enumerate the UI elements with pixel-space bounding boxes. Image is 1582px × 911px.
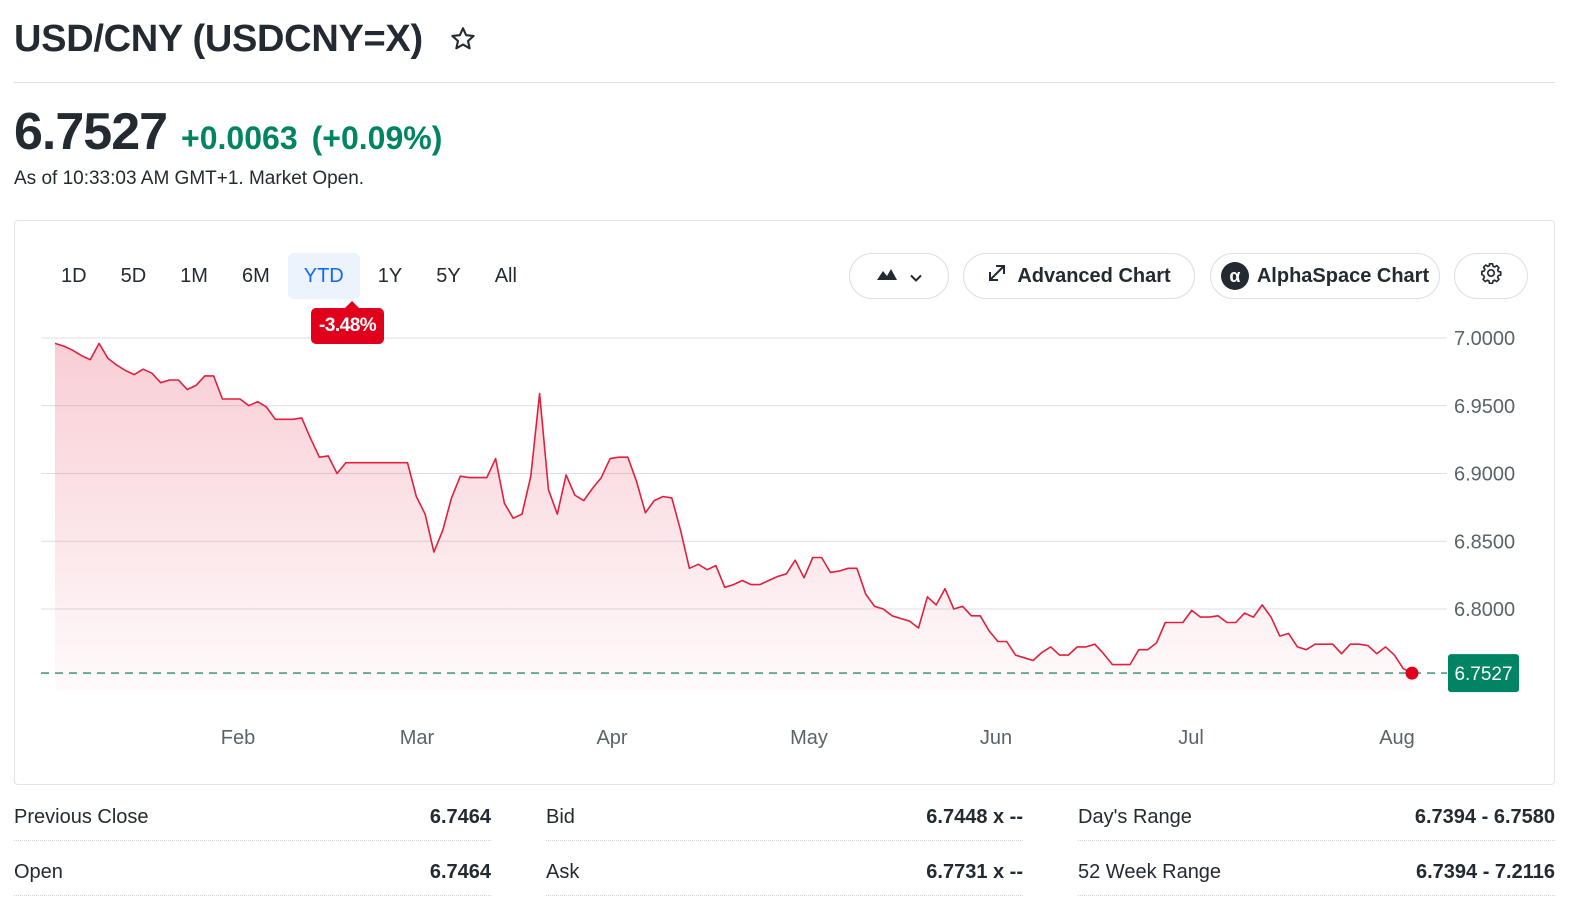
x-tick-label: Feb bbox=[221, 727, 255, 749]
chart-card: 7.0000 6.9500 6.9000 6.8500 6.8000 6.7527 Feb M… bbox=[14, 220, 1555, 785]
y-tick-label: 6.8500 bbox=[1454, 531, 1515, 553]
tab-1m[interactable]: 1M bbox=[164, 253, 224, 299]
x-tick-label: May bbox=[790, 727, 828, 749]
chevron-down-icon bbox=[910, 265, 922, 288]
settings-button[interactable] bbox=[1454, 253, 1528, 299]
stat-value: 6.7394 - 7.2116 bbox=[1415, 861, 1555, 883]
header-divider bbox=[14, 82, 1555, 83]
tab-6m[interactable]: 6M bbox=[226, 253, 286, 299]
stat-value: 6.7464 bbox=[429, 806, 491, 828]
y-tick-label: 6.9500 bbox=[1454, 396, 1515, 418]
stat-previous-close: Previous Close 6.7464 bbox=[14, 795, 491, 841]
last-price-dot bbox=[1405, 666, 1419, 680]
y-tick-label: 6.8000 bbox=[1454, 599, 1515, 621]
tab-ytd[interactable]: YTD bbox=[287, 253, 360, 299]
quote-change: +0.0063 bbox=[181, 120, 298, 156]
mountain-chart-icon bbox=[876, 265, 898, 288]
page-title: USD/CNY (USDCNY=X) bbox=[14, 17, 423, 60]
quote-price: 6.7527 bbox=[14, 103, 168, 161]
tab-1d[interactable]: 1D bbox=[45, 253, 103, 299]
last-price-label: 6.7527 bbox=[1454, 664, 1512, 685]
x-tick-label: Apr bbox=[596, 727, 627, 749]
stat-ask: Ask 6.7731 x -- bbox=[546, 850, 1023, 896]
tab-all[interactable]: All bbox=[479, 253, 533, 299]
stat-days-range: Day's Range 6.7394 - 6.7580 bbox=[1078, 795, 1555, 841]
expand-arrow-icon bbox=[987, 263, 1007, 289]
advanced-chart-label: Advanced Chart bbox=[1017, 264, 1171, 287]
advanced-chart-button[interactable]: Advanced Chart bbox=[963, 253, 1195, 299]
alphaspace-chart-button[interactable]: α AlphaSpace Chart bbox=[1210, 253, 1440, 299]
star-icon[interactable] bbox=[447, 23, 479, 55]
tab-1y[interactable]: 1Y bbox=[362, 253, 418, 299]
stat-52-week-range: 52 Week Range 6.7394 - 7.2116 bbox=[1078, 850, 1555, 896]
stat-value: 6.7394 - 6.7580 bbox=[1414, 806, 1555, 828]
x-tick-label: Jul bbox=[1178, 727, 1204, 749]
stat-value: 6.7448 x -- bbox=[926, 806, 1023, 828]
alpha-icon: α bbox=[1220, 262, 1249, 290]
market-time-status: As of 10:33:03 AM GMT+1. Market Open. bbox=[14, 168, 365, 189]
x-tick-label: Jun bbox=[980, 727, 1012, 749]
x-tick-label: Aug bbox=[1379, 727, 1415, 749]
stat-open: Open 6.7464 bbox=[14, 850, 491, 896]
y-tick-label: 6.9000 bbox=[1454, 464, 1515, 486]
stat-label: Ask bbox=[546, 861, 580, 883]
range-tabs: 1D 5D 1M 6M YTD 1Y 5Y All bbox=[45, 253, 535, 299]
stat-value: 6.7464 bbox=[429, 861, 491, 883]
stat-label: Previous Close bbox=[14, 806, 149, 828]
quote-change-percent: (+0.09%) bbox=[311, 120, 443, 156]
title-row: USD/CNY (USDCNY=X) bbox=[14, 14, 479, 64]
x-tick-label: Mar bbox=[400, 727, 435, 749]
price-area bbox=[55, 343, 1412, 691]
price-chart[interactable]: 7.0000 6.9500 6.9000 6.8500 6.8000 6.7527 Feb M… bbox=[15, 221, 1556, 786]
alphaspace-chart-label: AlphaSpace Chart bbox=[1256, 264, 1430, 287]
y-tick-label: 7.0000 bbox=[1454, 328, 1515, 350]
stat-bid: Bid 6.7448 x -- bbox=[546, 795, 1023, 841]
chart-type-button[interactable] bbox=[849, 253, 949, 299]
stat-label: Bid bbox=[546, 806, 575, 828]
ytd-change-badge: -3.48% bbox=[311, 301, 385, 344]
stat-label: Day's Range bbox=[1078, 806, 1192, 828]
stat-value: 6.7731 x -- bbox=[926, 861, 1023, 883]
stat-label: 52 Week Range bbox=[1078, 861, 1222, 883]
quote-price-row: 6.7527 +0.0063 (+0.09%) bbox=[14, 102, 442, 162]
gear-icon bbox=[1480, 262, 1502, 290]
tab-5d[interactable]: 5D bbox=[105, 253, 163, 299]
tab-5y[interactable]: 5Y bbox=[420, 253, 476, 299]
stat-label: Open bbox=[14, 861, 63, 883]
